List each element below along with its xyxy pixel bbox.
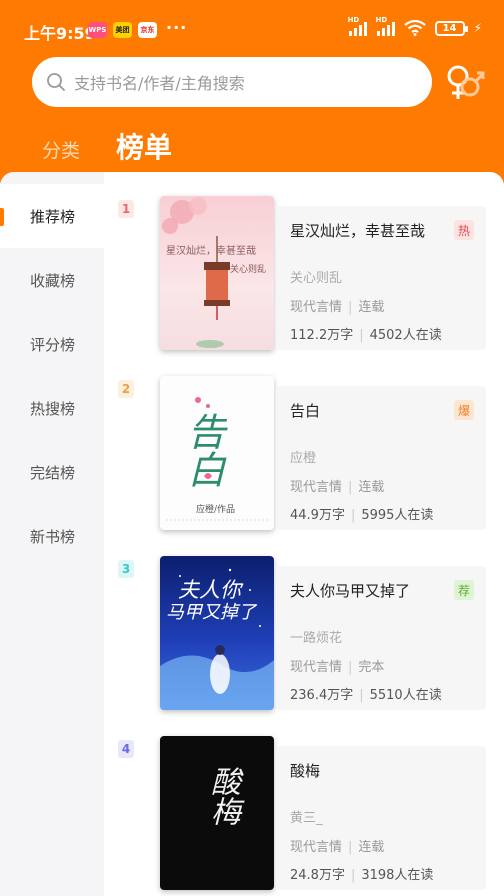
cover-author: 关心则乱	[230, 265, 267, 275]
book-item[interactable]: 3 夫人你 马甲又掉了 夫人你马甲又掉了 荐 一路烦花 现代言情 | 完本 236.…	[104, 532, 504, 710]
sidebar-item-label: 评分榜	[30, 335, 76, 354]
charging-icon: ⚡	[473, 21, 482, 35]
wps-icon: WPS	[88, 22, 107, 38]
book-meta: 现代言情 | 连载	[290, 840, 385, 855]
book-stats: 24.8万字 | 3198人在读	[290, 868, 434, 883]
book-title: 星汉灿烂，幸甚至哉	[290, 222, 426, 240]
book-meta: 现代言情 | 连载	[290, 480, 385, 495]
battery-icon: 14	[434, 20, 468, 36]
sidebar-item-label: 完结榜	[30, 463, 76, 482]
book-status: 完本	[358, 660, 385, 675]
book-info[interactable]: 告白 爆 应橙 现代言情 | 连载 44.9万字 | 5995人在读	[276, 386, 486, 530]
sidebar-item-new-books[interactable]: 新书榜	[0, 504, 104, 568]
book-readers: 5510人在读	[369, 688, 442, 703]
sidebar-item-label: 收藏榜	[30, 271, 76, 290]
book-item[interactable]: 2 告白 应橙/作品 告白 爆 应橙 现代言情 | 连载 44.9万字 | 5995人在…	[104, 352, 504, 530]
book-author: 黄三_	[290, 811, 323, 826]
sidebar-item-label: 新书榜	[30, 527, 76, 546]
signal-icon-2: HD	[376, 16, 395, 36]
search-icon	[47, 73, 65, 91]
sidebar-item-recommend[interactable]: 推荐榜	[0, 184, 104, 248]
book-cover[interactable]: 酸梅	[160, 736, 274, 890]
rank-number: 2	[118, 380, 134, 398]
book-category: 现代言情	[290, 300, 343, 315]
book-stats: 236.4万字 | 5510人在读	[290, 688, 442, 703]
book-cover[interactable]: 夫人你 马甲又掉了	[160, 556, 274, 710]
more-notifications-icon: ···	[166, 18, 188, 37]
book-author: 一路烦花	[290, 631, 343, 646]
book-category: 现代言情	[290, 840, 343, 855]
search-placeholder: 支持书名/作者/主角搜索	[74, 74, 245, 93]
cover-title: 酸梅	[205, 766, 240, 826]
sidebar-item-completed[interactable]: 完结榜	[0, 440, 104, 504]
tab-classify[interactable]: 分类	[42, 136, 80, 163]
signal-icon: HD	[348, 16, 367, 36]
book-words: 112.2万字	[290, 328, 354, 343]
book-status: 连载	[358, 840, 385, 855]
book-words: 24.8万字	[290, 868, 345, 883]
rank-sidebar: 推荐榜 收藏榜 评分榜 热搜榜 完结榜 新书榜	[0, 172, 104, 896]
sidebar-item-hot-search[interactable]: 热搜榜	[0, 376, 104, 440]
book-title: 酸梅	[290, 762, 321, 780]
book-meta: 现代言情 | 连载	[290, 300, 385, 315]
cover-title: 告白	[181, 412, 225, 488]
book-info[interactable]: 夫人你马甲又掉了 荐 一路烦花 现代言情 | 完本 236.4万字 | 5510人在读	[276, 566, 486, 710]
cover-title: 星汉灿烂，幸甚至哉	[166, 246, 256, 257]
hot-badge: 热	[454, 220, 474, 240]
battery-level: 14	[442, 22, 457, 34]
sidebar-item-favorite[interactable]: 收藏榜	[0, 248, 104, 312]
sidebar-item-label: 推荐榜	[30, 207, 76, 226]
book-item[interactable]: 1 星汉灿烂，幸甚至哉 关心则乱 星汉灿烂，幸甚至哉 热 关心则乱 现代言情 | 连…	[104, 172, 504, 350]
book-readers: 4502人在读	[369, 328, 442, 343]
book-status: 连载	[358, 300, 385, 315]
book-title: 告白	[290, 402, 321, 420]
cover-author: 应橙/作品	[196, 505, 236, 515]
recommend-badge: 荐	[454, 580, 474, 600]
book-stats: 44.9万字 | 5995人在读	[290, 508, 434, 523]
book-author: 关心则乱	[290, 271, 343, 286]
status-bar: 上午9:59 WPS 美团 京东 ··· HD HD 14 ⚡	[0, 0, 504, 60]
status-app-icons: WPS 美团 京东	[88, 22, 157, 38]
rank-number: 4	[118, 740, 134, 758]
book-words: 236.4万字	[290, 688, 354, 703]
book-status: 连载	[358, 480, 385, 495]
rank-number: 3	[118, 560, 134, 578]
search-bar[interactable]: 支持书名/作者/主角搜索	[32, 57, 432, 107]
book-title: 夫人你马甲又掉了	[290, 582, 411, 600]
ranking-panel: 推荐榜 收藏榜 评分榜 热搜榜 完结榜 新书榜 1 星汉灿烂，幸甚至哉 关心则乱	[0, 172, 504, 896]
book-category: 现代言情	[290, 660, 343, 675]
rank-number: 1	[118, 200, 134, 218]
sidebar-item-rating[interactable]: 评分榜	[0, 312, 104, 376]
jd-icon: 京东	[138, 22, 157, 38]
sidebar-item-label: 热搜榜	[30, 399, 76, 418]
book-cover[interactable]: 星汉灿烂，幸甚至哉 关心则乱	[160, 196, 274, 350]
book-item[interactable]: 4 酸梅 酸梅 黄三_ 现代言情 | 连载 24.8万字 | 3198人在读	[104, 712, 504, 890]
book-words: 44.9万字	[290, 508, 345, 523]
tab-rank[interactable]: 榜单	[116, 126, 172, 166]
book-info[interactable]: 酸梅 黄三_ 现代言情 | 连载 24.8万字 | 3198人在读	[276, 746, 486, 890]
cover-subtitle: 马甲又掉了	[166, 602, 256, 623]
wifi-icon	[403, 20, 426, 36]
book-author: 应橙	[290, 451, 317, 466]
book-info[interactable]: 星汉灿烂，幸甚至哉 热 关心则乱 现代言情 | 连载 112.2万字 | 4502人在读	[276, 206, 486, 350]
book-readers: 5995人在读	[361, 508, 434, 523]
book-stats: 112.2万字 | 4502人在读	[290, 328, 442, 343]
book-readers: 3198人在读	[361, 868, 434, 883]
gender-switch-icon[interactable]	[444, 63, 486, 103]
book-cover[interactable]: 告白 应橙/作品	[160, 376, 274, 530]
meituan-icon: 美团	[113, 22, 132, 38]
explosive-badge: 爆	[454, 400, 474, 420]
book-meta: 现代言情 | 完本	[290, 660, 385, 675]
book-category: 现代言情	[290, 480, 343, 495]
status-time: 上午9:59	[24, 24, 96, 43]
